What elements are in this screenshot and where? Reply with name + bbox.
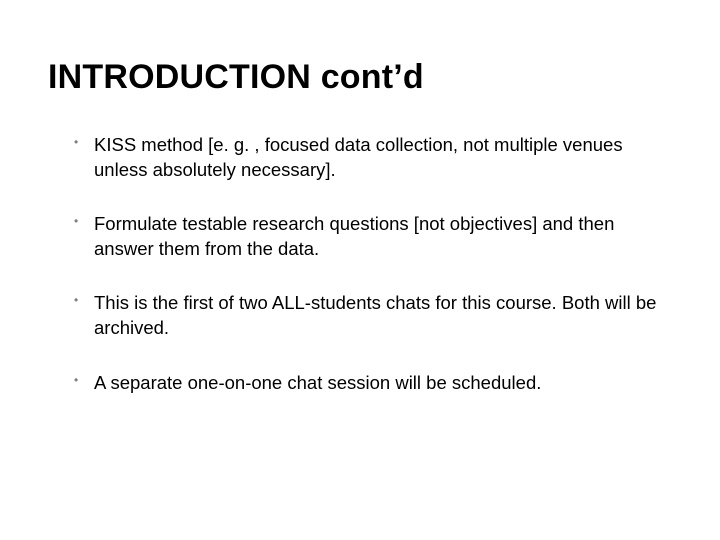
slide-title: INTRODUCTION cont’d <box>48 58 672 97</box>
list-item: Formulate testable research questions [n… <box>74 212 672 261</box>
slide: INTRODUCTION cont’d KISS method [e. g. ,… <box>0 0 720 540</box>
list-item: A separate one-on-one chat session will … <box>74 371 672 396</box>
list-item: KISS method [e. g. , focused data collec… <box>74 133 672 182</box>
bullet-list: KISS method [e. g. , focused data collec… <box>48 133 672 395</box>
list-item: This is the first of two ALL-students ch… <box>74 291 672 340</box>
